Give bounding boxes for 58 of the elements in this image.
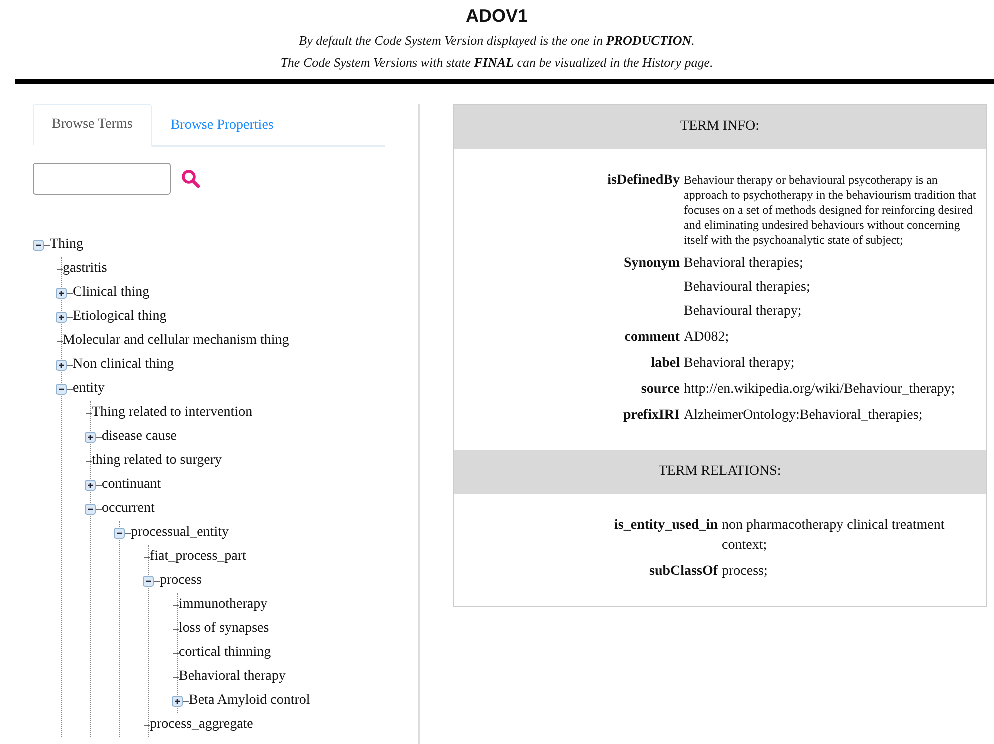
tree-item[interactable]: entity <box>73 377 105 401</box>
collapse-icon[interactable] <box>85 504 96 514</box>
property-value: http://en.wikipedia.org/wiki/Behaviour_therapy; <box>684 381 956 399</box>
expand-icon[interactable] <box>56 312 67 322</box>
tree-item[interactable]: process_aggregate <box>150 713 254 737</box>
search-field[interactable] <box>33 163 171 195</box>
tree-item[interactable]: continuant <box>102 473 162 497</box>
info-note: By default the Code System Version displayed is the one in PRODUCTION. <box>298 32 696 50</box>
property-name: Synonym <box>622 255 680 273</box>
tree-item[interactable]: loss of synapses <box>179 617 270 641</box>
property-value: AD082; <box>684 329 730 347</box>
tree-item[interactable]: fiat_process_part <box>150 545 246 569</box>
property-value: Behavioral therapy; <box>684 355 796 373</box>
property-value: AlzheimerOntology:Behavioral_therapies; <box>684 407 924 425</box>
tree-item[interactable]: Behavioral therapy <box>179 665 286 689</box>
tree-item[interactable]: gastritis <box>63 257 108 281</box>
expand-icon[interactable] <box>85 432 96 442</box>
property-value: non pharmacotherapy clinical treatment context; <box>722 517 946 555</box>
tree-item[interactable]: process <box>160 569 202 593</box>
property-name: comment <box>624 329 680 347</box>
property-name: isDefinedBy <box>606 172 680 190</box>
tree-item[interactable]: Clinical thing <box>73 281 150 305</box>
tree-item[interactable]: processual_entity <box>131 521 229 545</box>
expand-icon[interactable] <box>172 696 183 706</box>
tree-item[interactable]: Thing related to intervention <box>92 401 253 425</box>
property-name: label <box>650 355 680 373</box>
tree-item[interactable]: cortical thinning <box>179 641 272 665</box>
tree-item[interactable]: occurrent <box>102 497 155 521</box>
section-header: TERM RELATIONS: <box>454 450 986 494</box>
tree-item[interactable]: immunotherapy <box>179 593 268 617</box>
tree-item[interactable]: Etiological thing <box>73 305 167 329</box>
property-value: process; <box>722 563 769 581</box>
search-icon[interactable] <box>181 169 201 189</box>
property-name: prefixIRI <box>622 407 680 425</box>
tree-item[interactable]: Molecular and cellular mechanism thing <box>63 329 290 353</box>
tree-item[interactable]: Thing <box>50 233 84 257</box>
expand-icon[interactable] <box>85 480 96 490</box>
property-value: Behavioural therapies; <box>684 279 812 297</box>
tab[interactable]: Browse Terms <box>33 104 152 147</box>
collapse-icon[interactable] <box>33 240 44 250</box>
property-name: is_entity_used_in <box>614 517 718 535</box>
collapse-icon[interactable] <box>143 576 154 586</box>
expand-icon[interactable] <box>56 360 67 370</box>
property-name: source <box>640 381 680 399</box>
property-value: Behavioral therapies; <box>684 255 804 273</box>
expand-icon[interactable] <box>56 288 67 298</box>
collapse-icon[interactable] <box>114 528 125 538</box>
property-name: subClassOf <box>648 563 718 581</box>
tree-item[interactable]: Beta Amyloid control <box>189 689 310 713</box>
tree-item[interactable]: thing related to surgery <box>92 449 222 473</box>
page-title: ADOV1 <box>464 6 529 27</box>
collapse-icon[interactable] <box>56 384 67 394</box>
property-value: Behavioural therapy; <box>684 303 803 321</box>
section-header: TERM INFO: <box>454 105 986 149</box>
tree-item[interactable]: Non clinical thing <box>73 353 174 377</box>
info-note: The Code System Versions with state FINAL can be visualized in the History page. <box>280 54 714 72</box>
tree-item[interactable]: disease cause <box>102 425 178 449</box>
property-value: Behaviour therapy or behavioural psycotherapy is an approach to psychotherapy in the behaviourism tradition that focuses on a set of methods designed for reinforcing desired and eliminating undesired behaviours without concerning itself with the psychoanalytic state of subject; <box>684 172 978 248</box>
